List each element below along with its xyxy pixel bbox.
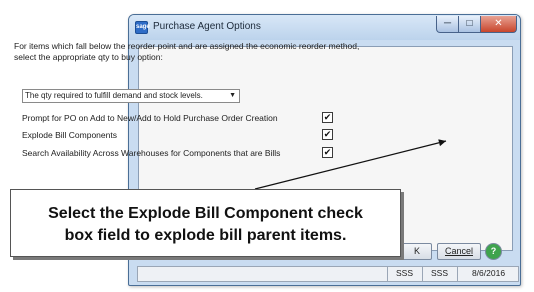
callout-line-1: Select the Explode Bill Component check (48, 205, 363, 222)
callout-line-2: box field to explode bill parent items. (64, 227, 347, 244)
callout-text: Select the Explode Bill Component check … (0, 203, 411, 247)
